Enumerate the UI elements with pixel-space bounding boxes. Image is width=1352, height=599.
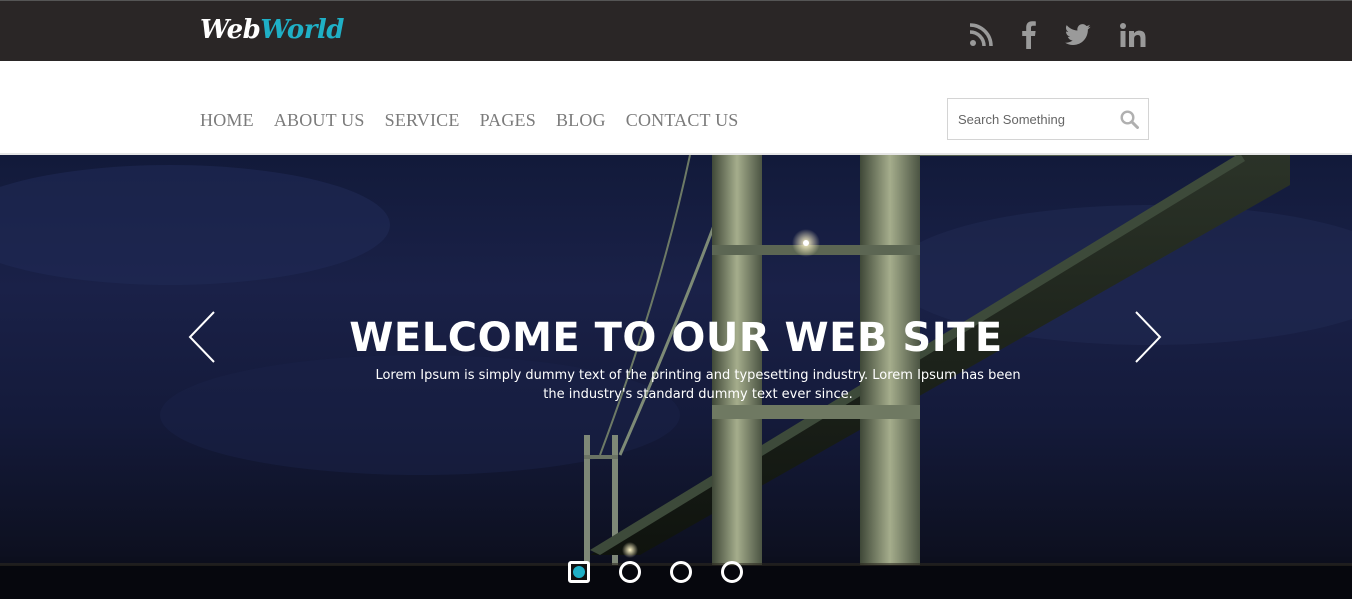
slider-pagination: [568, 561, 772, 583]
twitter-icon[interactable]: [1060, 17, 1096, 53]
search-box: [947, 98, 1149, 140]
rss-icon[interactable]: [963, 17, 999, 53]
hero-slider: WELCOME TO OUR WEB SITE Lorem Ipsum is s…: [0, 155, 1352, 599]
nav-item-contact-us[interactable]: CONTACT US: [626, 108, 739, 132]
logo-part-web: Web: [200, 15, 261, 45]
nav-item-pages[interactable]: PAGES: [480, 108, 536, 132]
logo[interactable]: WebWorld: [200, 13, 344, 47]
nav-bar: HOME ABOUT US SERVICE PAGES BLOG CONTACT…: [0, 61, 1352, 155]
nav-item-about-us[interactable]: ABOUT US: [274, 108, 365, 132]
facebook-icon[interactable]: [1011, 17, 1047, 53]
search-icon[interactable]: [1120, 110, 1139, 134]
search-input[interactable]: [948, 99, 1118, 139]
slide-dot-1[interactable]: [568, 561, 590, 583]
slide-dot-2[interactable]: [619, 561, 641, 583]
nav-item-blog[interactable]: BLOG: [556, 108, 606, 132]
slide-dot-3[interactable]: [670, 561, 692, 583]
main-nav: HOME ABOUT US SERVICE PAGES BLOG CONTACT…: [200, 108, 759, 132]
linkedin-icon[interactable]: [1115, 17, 1151, 53]
logo-part-world: World: [260, 15, 344, 45]
slide-dot-4[interactable]: [721, 561, 743, 583]
top-bar: WebWorld: [0, 0, 1352, 61]
hero-description: Lorem Ipsum is simply dummy text of the …: [375, 368, 1021, 402]
nav-item-service[interactable]: SERVICE: [385, 108, 460, 132]
nav-item-home[interactable]: HOME: [200, 108, 254, 132]
chevron-left-icon[interactable]: [188, 311, 216, 368]
chevron-right-icon[interactable]: [1134, 311, 1162, 368]
